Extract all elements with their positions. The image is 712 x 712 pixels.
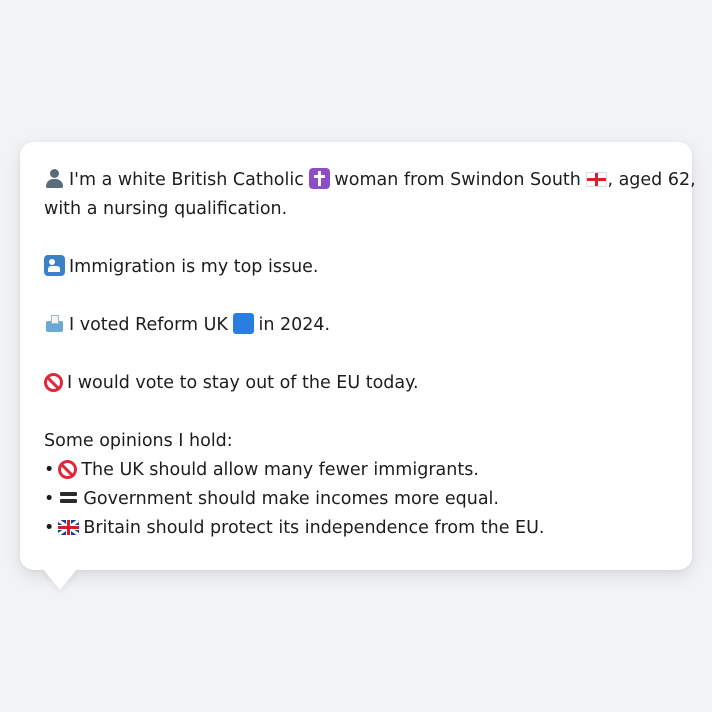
vote-paragraph: I voted Reform UK in 2024. (44, 311, 668, 340)
england-flag-icon (586, 172, 608, 187)
ballot-box-icon (44, 313, 65, 334)
intro-text-4: with a nursing qualification. (44, 199, 288, 219)
intro-paragraph: I'm a white British Catholic woman from … (44, 166, 696, 224)
opinions-section: Some opinions I hold: • The UK should all… (44, 427, 668, 543)
vote-text-2: in 2024. (258, 315, 331, 335)
opinions-heading: Some opinions I hold: (44, 431, 233, 451)
top-issue-paragraph: Immigration is my top issue. (44, 253, 668, 282)
opinion-text: Government should make incomes more equa… (83, 489, 499, 509)
bullet: • (44, 489, 55, 509)
intro-text-2: woman from Swindon South (334, 170, 581, 190)
blue-square-icon (233, 313, 255, 334)
eu-stance-text: I would vote to stay out of the EU today… (67, 373, 419, 393)
latin-cross-icon (309, 168, 331, 189)
bullet: • (44, 460, 55, 480)
prohibited-icon (58, 460, 78, 479)
opinion-text: Britain should protect its independence … (83, 518, 545, 538)
top-issue-text: Immigration is my top issue. (69, 257, 319, 277)
list-item: • Britain should protect its independence… (44, 514, 668, 543)
profile-card: I'm a white British Catholic woman from … (20, 142, 696, 570)
passport-control-icon (44, 255, 65, 276)
equals-icon (58, 487, 79, 508)
list-item: • Government should make incomes more equ… (44, 485, 668, 514)
uk-flag-icon (58, 520, 80, 535)
intro-text-1: I'm a white British Catholic (69, 170, 304, 190)
bullet: • (44, 518, 55, 538)
opinion-text: The UK should allow many fewer immigrant… (81, 460, 479, 480)
eu-paragraph: I would vote to stay out of the EU today… (44, 369, 668, 398)
prohibited-icon (44, 373, 63, 392)
vote-text-1: I voted Reform UK (69, 315, 228, 335)
intro-text-3: , aged 62, (607, 170, 696, 190)
list-item: • The UK should allow many fewer immigran… (44, 456, 668, 485)
person-icon (44, 168, 65, 189)
speech-bubble-tail (42, 568, 78, 590)
